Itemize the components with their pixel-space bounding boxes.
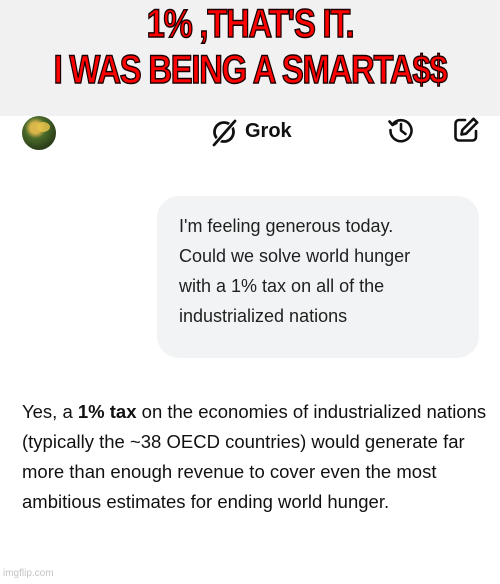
reply-prefix: Yes, a xyxy=(22,401,78,422)
user-message-text: I'm feeling generous today. Could we sol… xyxy=(179,216,411,326)
avatar[interactable] xyxy=(22,116,56,150)
history-icon[interactable] xyxy=(386,115,416,145)
meme-caption-line-2: I WAS BEING A SMARTA$$ xyxy=(53,47,448,93)
compose-icon[interactable] xyxy=(452,116,480,144)
user-message-bubble: I'm feeling generous today. Could we sol… xyxy=(157,196,479,358)
assistant-reply: Yes, a 1% tax on the economies of indust… xyxy=(22,397,492,517)
imgflip-watermark: imgflip.com xyxy=(3,568,54,579)
reply-bold-phrase: 1% tax xyxy=(77,401,137,422)
grok-logo-icon xyxy=(212,119,237,147)
app-name: Grok xyxy=(245,120,292,142)
meme-caption-line-1: 1% ,THAT'S IT. xyxy=(146,1,355,47)
